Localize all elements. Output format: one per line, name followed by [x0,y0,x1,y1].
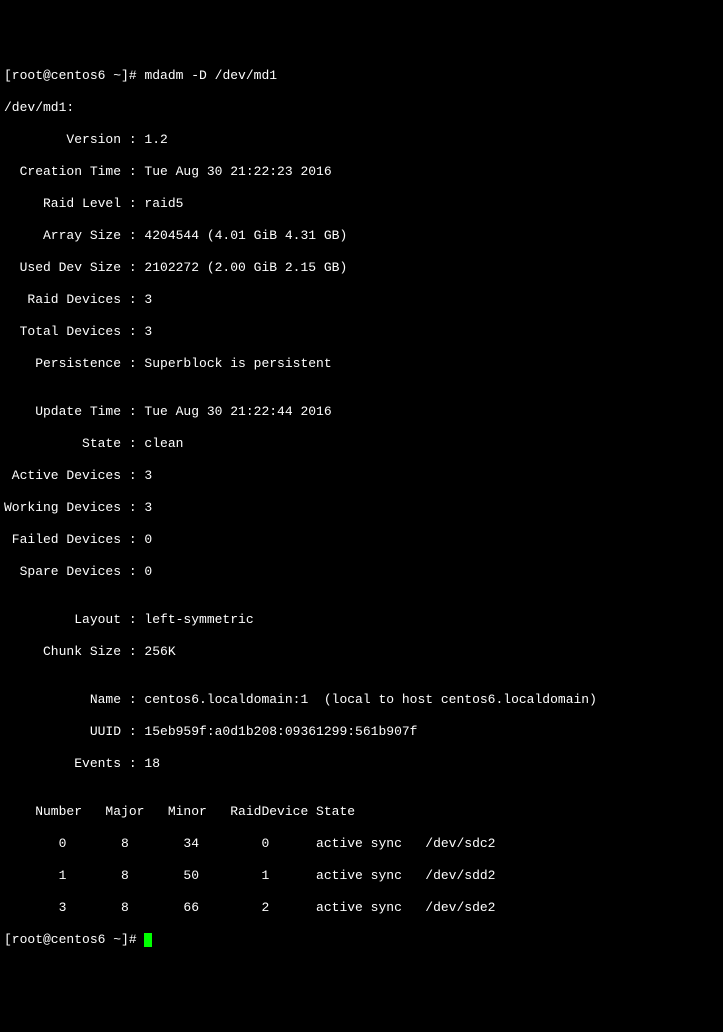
field-raid-level: Raid Level : raid5 [4,196,719,212]
device-table-row: 0 8 34 0 active sync /dev/sdc2 [4,836,719,852]
field-chunk-size: Chunk Size : 256K [4,644,719,660]
field-version: Version : 1.2 [4,132,719,148]
field-raid-devices: Raid Devices : 3 [4,292,719,308]
field-events: Events : 18 [4,756,719,772]
field-total-devices: Total Devices : 3 [4,324,719,340]
field-creation-time: Creation Time : Tue Aug 30 21:22:23 2016 [4,164,719,180]
command-text: mdadm -D /dev/md1 [144,68,277,83]
field-active-devices: Active Devices : 3 [4,468,719,484]
field-name: Name : centos6.localdomain:1 (local to h… [4,692,719,708]
cursor-icon [144,933,152,947]
field-persistence: Persistence : Superblock is persistent [4,356,719,372]
command-line-1: [root@centos6 ~]# mdadm -D /dev/md1 [4,68,719,84]
field-state: State : clean [4,436,719,452]
command-line-2[interactable]: [root@centos6 ~]# [4,932,719,948]
shell-prompt: [root@centos6 ~]# [4,68,144,83]
device-table-row: 1 8 50 1 active sync /dev/sdd2 [4,868,719,884]
shell-prompt: [root@centos6 ~]# [4,932,144,947]
field-update-time: Update Time : Tue Aug 30 21:22:44 2016 [4,404,719,420]
device-header: /dev/md1: [4,100,719,116]
field-array-size: Array Size : 4204544 (4.01 GiB 4.31 GB) [4,228,719,244]
device-table-row: 3 8 66 2 active sync /dev/sde2 [4,900,719,916]
device-table-header: Number Major Minor RaidDevice State [4,804,719,820]
field-uuid: UUID : 15eb959f:a0d1b208:09361299:561b90… [4,724,719,740]
field-working-devices: Working Devices : 3 [4,500,719,516]
field-used-dev-size: Used Dev Size : 2102272 (2.00 GiB 2.15 G… [4,260,719,276]
field-failed-devices: Failed Devices : 0 [4,532,719,548]
field-layout: Layout : left-symmetric [4,612,719,628]
